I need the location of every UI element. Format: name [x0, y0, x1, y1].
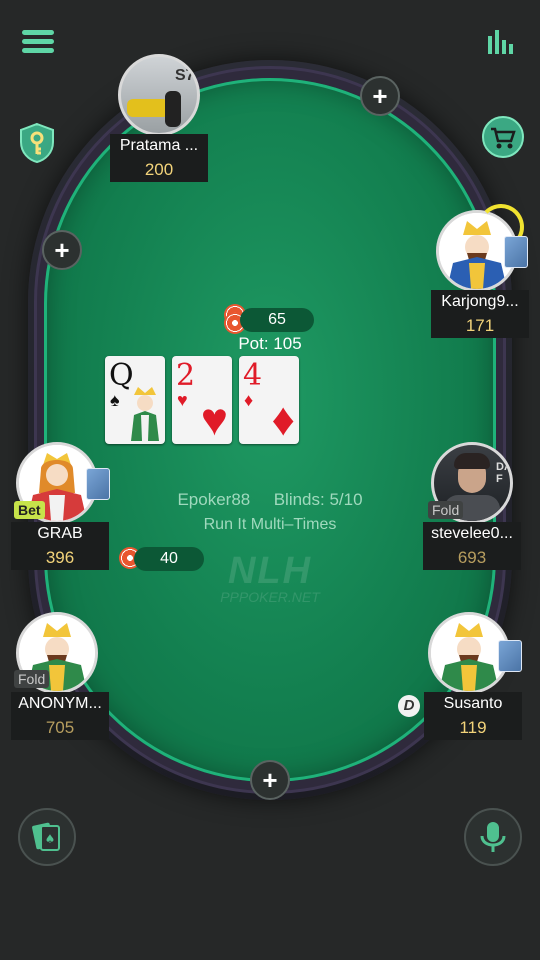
table-name: Epoker88 [177, 490, 251, 509]
photo-sign: S7 [175, 67, 195, 84]
security-button[interactable] [18, 122, 56, 164]
photo-hair [454, 453, 490, 469]
sit-button-top-right[interactable]: + [360, 76, 400, 116]
player-avatar-pratama[interactable]: S7 [118, 54, 200, 136]
pot-bet-amount: 65 [240, 308, 314, 332]
hole-cards-icon [498, 640, 522, 672]
svg-text:♠: ♠ [45, 832, 56, 846]
hole-cards-icon [86, 468, 110, 500]
cards-button[interactable]: ♠ [18, 808, 76, 866]
plus-icon: + [262, 765, 278, 795]
queen-face-icon [131, 387, 159, 441]
community-card-1: Q ♠ [105, 356, 165, 444]
status-badge-anonym: Fold [14, 670, 50, 688]
player-name-pratama: Pratama ... [110, 134, 208, 158]
spade-icon: ♠ [110, 390, 120, 410]
player-name-karjong: Karjong9... [431, 290, 529, 314]
watermark-logo: NLH [227, 550, 313, 592]
cards-icon: ♠ [32, 822, 60, 851]
player-stack-anonym: 705 [11, 716, 109, 740]
table-watermark: NLH PPPOKER.NET [190, 550, 350, 605]
player-name-susanto: Susanto [424, 692, 522, 716]
status-badge-grab: Bet [14, 501, 45, 519]
microphone-icon [480, 822, 506, 852]
bar-chart-icon [488, 28, 518, 56]
dealer-button: D [398, 695, 420, 717]
blinds-label: Blinds: 5/10 [273, 490, 363, 509]
stats-button[interactable] [488, 28, 518, 56]
plus-icon: + [54, 235, 70, 265]
cart-icon [491, 127, 516, 149]
photo-person [165, 91, 181, 127]
player-stack-karjong: 171 [431, 314, 529, 338]
status-badge-stevelee: Fold [428, 501, 464, 519]
card-rank: 2 [176, 358, 196, 393]
player-name-stevelee: stevelee0... [423, 522, 521, 546]
plus-icon: + [372, 81, 388, 111]
player-stack-pratama: 200 [110, 158, 208, 182]
menu-button[interactable] [22, 28, 54, 56]
player-stack-stevelee: 693 [423, 546, 521, 570]
photo-car [127, 99, 169, 117]
microphone-button[interactable] [464, 808, 522, 866]
player-name-grab: GRAB [11, 522, 109, 546]
heart-icon: ♥ [200, 393, 228, 445]
sit-button-left[interactable]: + [42, 230, 82, 270]
card-rank: 4 [243, 358, 263, 393]
player-stack-grab: 396 [11, 546, 109, 570]
community-card-2: 2 ♥ ♥ [172, 356, 232, 444]
community-card-3: 4 ♦ ♦ [239, 356, 299, 444]
photo-sign: DA F [496, 461, 512, 485]
sit-button-bottom[interactable]: + [250, 760, 290, 800]
king-avatar-icon [431, 615, 507, 691]
shield-key-icon [20, 122, 54, 164]
watermark-site: PPPOKER.NET [220, 589, 320, 605]
player-bet-grab: 40 [134, 547, 204, 571]
diamond-icon: ♦ [244, 390, 254, 410]
player-stack-susanto: 119 [424, 716, 522, 740]
hole-cards-icon [504, 236, 528, 268]
heart-icon: ♥ [177, 390, 188, 410]
pot-label: Pot: 105 [238, 334, 302, 353]
shop-button[interactable] [482, 116, 524, 158]
player-name-anonym: ANONYM... [11, 692, 109, 716]
diamond-icon: ♦ [271, 393, 295, 445]
menu-icon [22, 28, 54, 56]
